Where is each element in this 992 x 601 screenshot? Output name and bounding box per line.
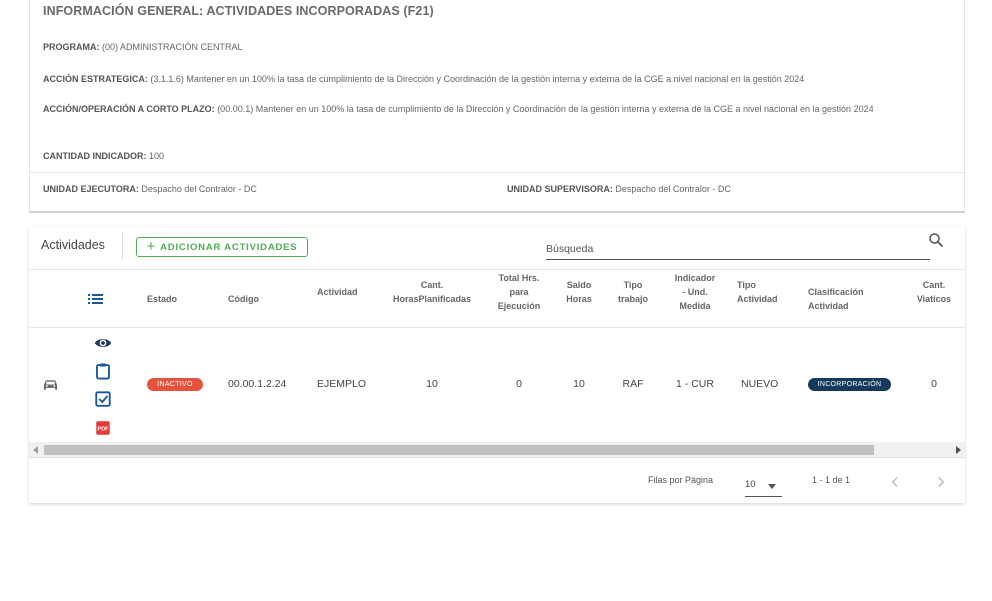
programa-value: (00) ADMINISTRACIÓN CENTRAL — [102, 42, 243, 52]
accion-value: (3.1.1.6) Mantener en un 100% la tasa de… — [150, 74, 805, 84]
col-tipo-trabajo[interactable]: Tipo trabajo — [610, 278, 656, 306]
col-viaticos[interactable]: Cant. Viaticos — [909, 278, 959, 306]
col-actividad[interactable]: Actividad — [317, 285, 358, 299]
cell-indicador: 1 - CUR — [676, 378, 714, 390]
svg-text:PDF: PDF — [97, 427, 109, 433]
classification-badge: INCORPORACIÓN — [808, 378, 891, 391]
cantidad-label: CANTIDAD INDICADOR: — [43, 151, 147, 161]
col-clasificacion[interactable]: Clasificación Actividad — [808, 285, 888, 313]
pagination-range: 1 - 1 de 1 — [812, 475, 851, 485]
col-saldo-line1: Saldo — [566, 280, 592, 290]
add-activities-button[interactable]: + ADICIONAR ACTIVIDADES — [136, 237, 308, 257]
supervisora-line: UNIDAD SUPERVISORA: Despacho del Contral… — [507, 181, 927, 197]
col-indicador-line3: Medida — [679, 301, 711, 311]
col-clasificacion-line1: Clasificación — [808, 287, 864, 297]
cell-tipo-trabajo: RAF — [622, 378, 644, 390]
col-saldo-line2: Horas — [566, 294, 592, 304]
rows-per-page-value: 10 — [745, 479, 756, 490]
col-cant-horas[interactable]: Cant. HorasPlanificadas — [387, 278, 477, 306]
cantidad-value: 100 — [149, 151, 165, 161]
col-tipo-actividad-line1: Tipo — [737, 280, 756, 290]
scroll-thumb[interactable] — [44, 445, 874, 455]
scroll-left-arrow[interactable] — [33, 446, 38, 454]
supervisora-label: UNIDAD SUPERVISORA: — [507, 184, 613, 194]
cell-codigo: 00.00.1.2.24 — [228, 378, 287, 390]
programa-label: PROGRAMA: — [43, 42, 100, 52]
col-total-hrs-line1: Total Hrs. — [498, 273, 540, 283]
col-viaticos-line2: Viaticos — [916, 294, 952, 304]
header-divider — [122, 232, 123, 259]
cell-viaticos: 0 — [931, 378, 937, 390]
scroll-right-arrow[interactable] — [956, 446, 961, 454]
operacion-label: ACCIÓN/OPERACIÓN A CORTO PLAZO: — [43, 104, 215, 114]
info-divider — [30, 172, 964, 173]
col-cant-horas-line2: HorasPlanificadas — [392, 294, 472, 304]
search-icon[interactable] — [927, 231, 945, 249]
col-tipo-actividad[interactable]: Tipo Actividad — [737, 278, 785, 306]
cell-saldo: 10 — [573, 378, 585, 390]
col-viaticos-line1: Cant. — [922, 280, 946, 290]
cell-actividad: EJEMPLO — [317, 378, 367, 390]
clipboard-icon[interactable] — [94, 362, 112, 380]
col-indicador[interactable]: Indicador - Und. Medida — [667, 271, 723, 313]
col-total-hrs[interactable]: Total Hrs. para Ejecución — [489, 271, 549, 313]
chevron-left-icon[interactable] — [886, 473, 904, 491]
rows-per-page-label: Filas por Página — [648, 475, 714, 485]
cell-cant-horas: 10 — [426, 378, 438, 390]
ejecutora-label: UNIDAD EJECUTORA: — [43, 184, 139, 194]
add-activities-label: ADICIONAR ACTIVIDADES — [160, 241, 298, 253]
supervisora-value: Despacho del Contralor - DC — [615, 184, 731, 194]
general-info-card: INFORMACIÓN GENERAL: ACTIVIDADES INCORPO… — [29, 0, 965, 213]
rows-per-page-select[interactable]: 10 — [745, 475, 782, 497]
pdf-icon[interactable]: PDF — [94, 419, 112, 437]
accion-label: ACCIÓN ESTRATEGICA: — [43, 74, 148, 84]
col-tipo-trabajo-line2: trabajo — [617, 294, 648, 304]
activities-card: Actividades + ADICIONAR ACTIVIDADES Esta… — [29, 227, 965, 503]
cantidad-line: CANTIDAD INDICADOR: 100 — [43, 148, 948, 164]
cell-tipo-actividad: NUEVO — [741, 378, 779, 390]
accion-estrategica-line: ACCIÓN ESTRATEGICA: (3.1.1.6) Mantener e… — [43, 71, 948, 87]
col-indicador-line1: Indicador — [674, 273, 716, 283]
horizontal-scrollbar[interactable] — [29, 442, 965, 458]
search-input[interactable] — [546, 238, 930, 260]
operacion-value: (00.00.1) Mantener en un 100% la tasa de… — [217, 104, 874, 114]
col-total-hrs-line2: para — [509, 287, 529, 297]
operacion-line: ACCIÓN/OPERACIÓN A CORTO PLAZO: (00.00.1… — [43, 101, 948, 117]
checkbox-icon[interactable] — [94, 390, 112, 408]
col-cant-horas-line1: Cant. — [420, 280, 444, 290]
table-header: Estado Código Actividad Cant. HorasPlani… — [29, 269, 965, 328]
table-row: PDF INACTIVO 00.00.1.2.24 EJEMPLO 10 0 1… — [29, 328, 965, 442]
col-tipo-actividad-line2: Actividad — [737, 294, 778, 304]
col-clasificacion-line2: Actividad — [808, 301, 849, 311]
chevron-right-icon[interactable] — [932, 473, 950, 491]
status-badge: INACTIVO — [147, 378, 203, 391]
activities-title: Actividades — [41, 238, 105, 252]
col-codigo[interactable]: Código — [228, 292, 259, 306]
info-title: INFORMACIÓN GENERAL: ACTIVIDADES INCORPO… — [43, 4, 434, 18]
list-icon — [88, 294, 103, 304]
ejecutora-line: UNIDAD EJECUTORA: Despacho del Contralor… — [43, 181, 483, 197]
col-indicador-line2: - Und. — [682, 287, 708, 297]
caret-down-icon — [768, 484, 776, 489]
col-tipo-trabajo-line1: Tipo — [623, 280, 643, 290]
eye-icon[interactable] — [94, 334, 112, 352]
col-estado[interactable]: Estado — [147, 292, 177, 306]
col-total-hrs-line3: Ejecución — [497, 301, 541, 311]
ejecutora-value: Despacho del Contralor - DC — [141, 184, 257, 194]
car-icon — [43, 380, 58, 390]
programa-line: PROGRAMA: (00) ADMINISTRACIÓN CENTRAL — [43, 39, 948, 55]
cell-total-hrs: 0 — [516, 378, 522, 390]
col-saldo[interactable]: Saldo Horas — [556, 278, 602, 306]
plus-icon: + — [146, 238, 157, 255]
